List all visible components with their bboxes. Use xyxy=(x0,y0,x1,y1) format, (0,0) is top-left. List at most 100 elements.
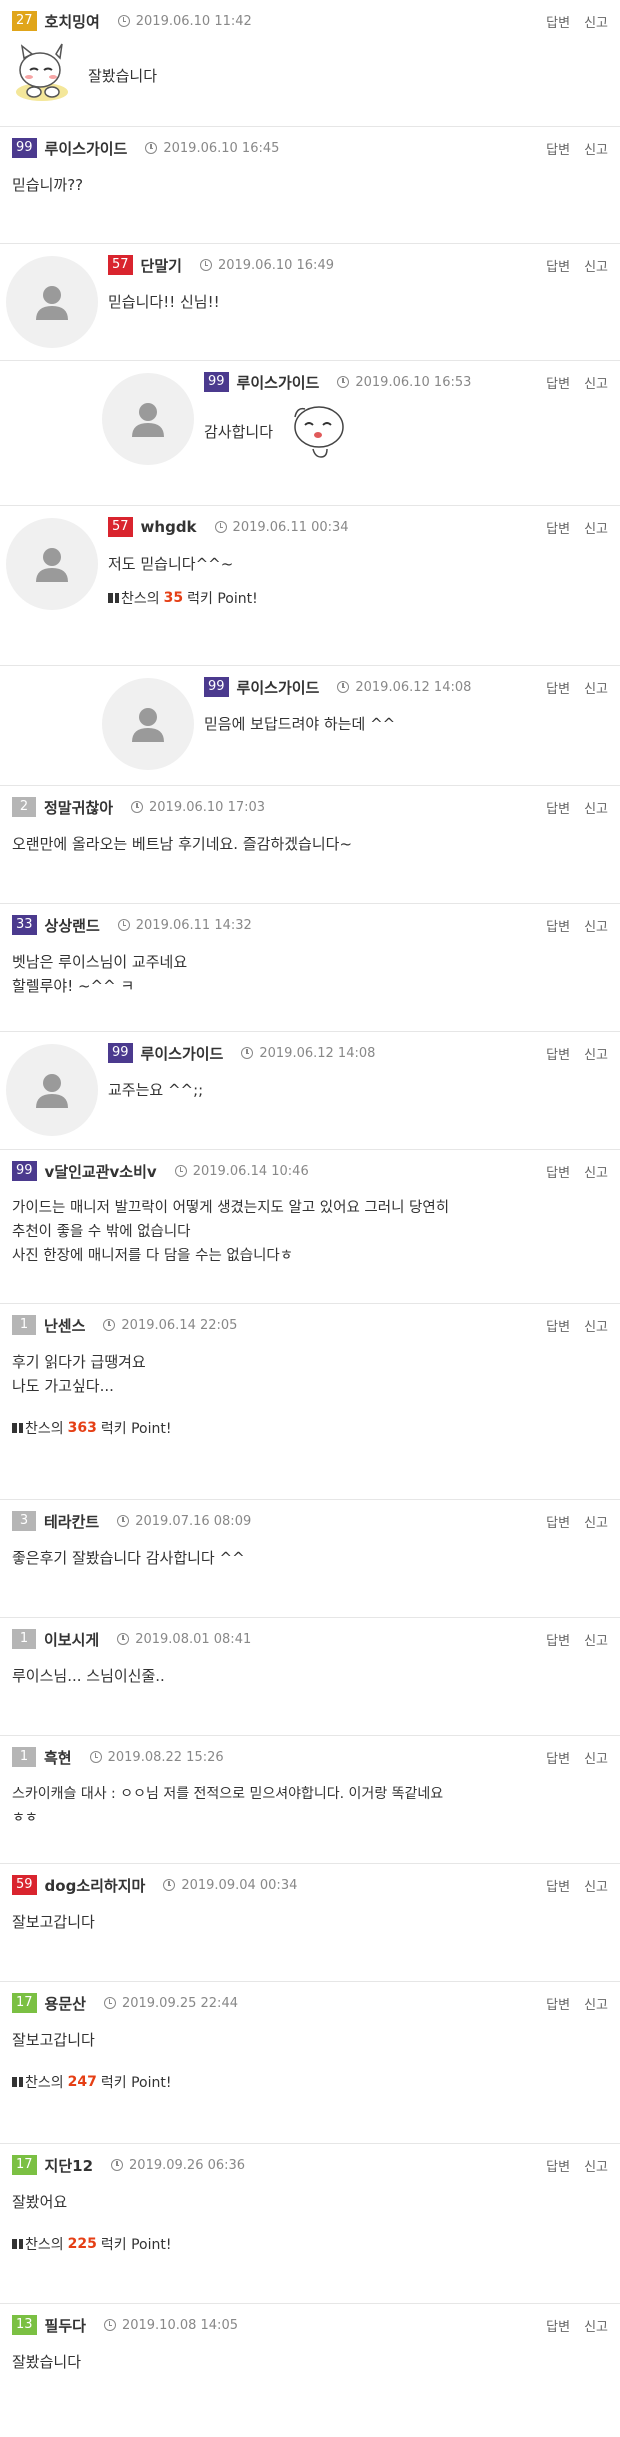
author-name[interactable]: 루이스가이드 xyxy=(45,138,128,159)
reply-button[interactable]: 답변 xyxy=(546,256,570,275)
avatar xyxy=(6,518,98,610)
report-button[interactable]: 신고 xyxy=(584,373,608,392)
comment-actions: 답변 신고 xyxy=(546,1512,608,1531)
report-button[interactable]: 신고 xyxy=(584,2316,608,2335)
author-name[interactable]: 테라칸트 xyxy=(44,1511,99,1532)
clock-icon xyxy=(199,259,212,271)
reply-button[interactable]: 답변 xyxy=(546,798,570,817)
author-name[interactable]: dog소리하지마 xyxy=(45,1875,146,1896)
report-button[interactable]: 신고 xyxy=(584,678,608,697)
author-name[interactable]: 용문산 xyxy=(45,1993,86,2014)
timestamp: 2019.06.10 16:53 xyxy=(337,375,471,390)
report-button[interactable]: 신고 xyxy=(584,139,608,158)
author-name[interactable]: 루이스가이드 xyxy=(237,372,320,393)
reply-button[interactable]: 답변 xyxy=(546,1316,570,1335)
reply-button[interactable]: 답변 xyxy=(546,1044,570,1063)
reply-comment: 99 루이스가이드 2019.06.12 14:08 답변 신고 교주는요 ^^… xyxy=(0,1032,620,1150)
report-button[interactable]: 신고 xyxy=(584,12,608,31)
reply-button[interactable]: 답변 xyxy=(546,139,570,158)
reply-button[interactable]: 답변 xyxy=(546,1994,570,2013)
avatar xyxy=(102,678,194,770)
emoticon-cat-icon xyxy=(12,40,76,110)
reply-button[interactable]: 답변 xyxy=(546,12,570,31)
avatar xyxy=(6,256,98,348)
gift-icon xyxy=(12,2077,23,2087)
author-name[interactable]: 호치밍여 xyxy=(45,11,100,32)
comment-actions: 답변 신고 xyxy=(546,1876,608,1895)
user-placeholder-icon xyxy=(36,548,68,582)
author-name[interactable]: 난센스 xyxy=(44,1315,85,1336)
clock-icon xyxy=(145,142,158,154)
clock-icon xyxy=(103,2319,116,2331)
report-button[interactable]: 신고 xyxy=(584,916,608,935)
comment-header: 17 용문산 2019.09.25 22:44 xyxy=(12,1992,608,2014)
level-badge: 27 xyxy=(12,11,37,31)
comment-header: 59 dog소리하지마 2019.09.04 00:34 xyxy=(12,1874,608,1896)
avatar xyxy=(102,373,194,465)
author-name[interactable]: 지단12 xyxy=(45,2155,93,2176)
author-name[interactable]: 루이스가이드 xyxy=(141,1043,224,1064)
level-badge: 57 xyxy=(108,255,133,275)
report-button[interactable]: 신고 xyxy=(584,1512,608,1531)
reply-button[interactable]: 답변 xyxy=(546,916,570,935)
comment-actions: 답변 신고 xyxy=(546,256,608,275)
author-name[interactable]: v달인교관v소비v xyxy=(45,1161,157,1182)
comment-thread: 27 호치밍여 2019.06.10 11:42 답변 신고 잘봤습니다 99 … xyxy=(0,0,620,2384)
report-button[interactable]: 신고 xyxy=(584,1630,608,1649)
comment-header: 33 상상랜드 2019.06.11 14:32 xyxy=(12,914,608,936)
author-name[interactable]: whgdk xyxy=(141,518,197,536)
reply-button[interactable]: 답변 xyxy=(546,678,570,697)
comment-header: 99 루이스가이드 2019.06.12 14:08 xyxy=(108,1042,608,1064)
comment: 17 용문산 2019.09.25 22:44 답변 신고 잘보고갑니다 찬스의… xyxy=(0,1982,620,2144)
comment-header: 13 필두다 2019.10.08 14:05 xyxy=(12,2314,608,2336)
author-name[interactable]: 상상랜드 xyxy=(45,915,100,936)
report-button[interactable]: 신고 xyxy=(584,798,608,817)
reply-button[interactable]: 답변 xyxy=(546,2156,570,2175)
reply-button[interactable]: 답변 xyxy=(546,1162,570,1181)
reply-button[interactable]: 답변 xyxy=(546,1748,570,1767)
reply-button[interactable]: 답변 xyxy=(546,1630,570,1649)
comment-header: 57 단말기 2019.06.10 16:49 xyxy=(108,254,608,276)
report-button[interactable]: 신고 xyxy=(584,1748,608,1767)
comment-actions: 답변 신고 xyxy=(546,798,608,817)
author-name[interactable]: 흑현 xyxy=(44,1747,72,1768)
lucky-point: 찬스의 363 럭키 Point! xyxy=(12,1418,608,1438)
report-button[interactable]: 신고 xyxy=(584,518,608,537)
reply-button[interactable]: 답변 xyxy=(546,518,570,537)
timestamp: 2019.06.14 22:05 xyxy=(103,1318,237,1333)
reply-button[interactable]: 답변 xyxy=(546,373,570,392)
report-button[interactable]: 신고 xyxy=(584,1994,608,2013)
clock-icon xyxy=(89,1751,102,1763)
comment: 2 정말귀찮아 2019.06.10 17:03 답변 신고 오랜만에 올라오는… xyxy=(0,786,620,904)
author-name[interactable]: 정말귀찮아 xyxy=(44,797,113,818)
reply-button[interactable]: 답변 xyxy=(546,1876,570,1895)
level-badge: 1 xyxy=(12,1315,36,1335)
comment-header: 27 호치밍여 2019.06.10 11:42 xyxy=(12,10,608,32)
reply-button[interactable]: 답변 xyxy=(546,2316,570,2335)
timestamp: 2019.06.10 17:03 xyxy=(131,800,265,815)
author-name[interactable]: 이보시게 xyxy=(44,1629,99,1650)
level-badge: 57 xyxy=(108,517,133,537)
author-name[interactable]: 필두다 xyxy=(45,2315,86,2336)
gift-icon xyxy=(108,593,119,603)
clock-icon xyxy=(337,681,350,693)
author-name[interactable]: 루이스가이드 xyxy=(237,677,320,698)
comment-text: 믿습니까?? xyxy=(12,176,84,194)
report-button[interactable]: 신고 xyxy=(584,1876,608,1895)
report-button[interactable]: 신고 xyxy=(584,1162,608,1181)
clock-icon xyxy=(117,1515,130,1527)
report-button[interactable]: 신고 xyxy=(584,2156,608,2175)
level-badge: 99 xyxy=(204,372,229,392)
comment-text: 저도 믿습니다^^~ xyxy=(108,555,234,573)
author-name[interactable]: 단말기 xyxy=(141,255,182,276)
report-button[interactable]: 신고 xyxy=(584,256,608,275)
report-button[interactable]: 신고 xyxy=(584,1316,608,1335)
timestamp: 2019.09.25 22:44 xyxy=(103,1996,238,2011)
comment-actions: 답변 신고 xyxy=(546,12,608,31)
comment-actions: 답변 신고 xyxy=(546,373,608,392)
reply-button[interactable]: 답변 xyxy=(546,1512,570,1531)
comment-actions: 답변 신고 xyxy=(546,2156,608,2175)
report-button[interactable]: 신고 xyxy=(584,1044,608,1063)
timestamp: 2019.06.12 14:08 xyxy=(241,1046,375,1061)
clock-icon xyxy=(163,1879,176,1891)
